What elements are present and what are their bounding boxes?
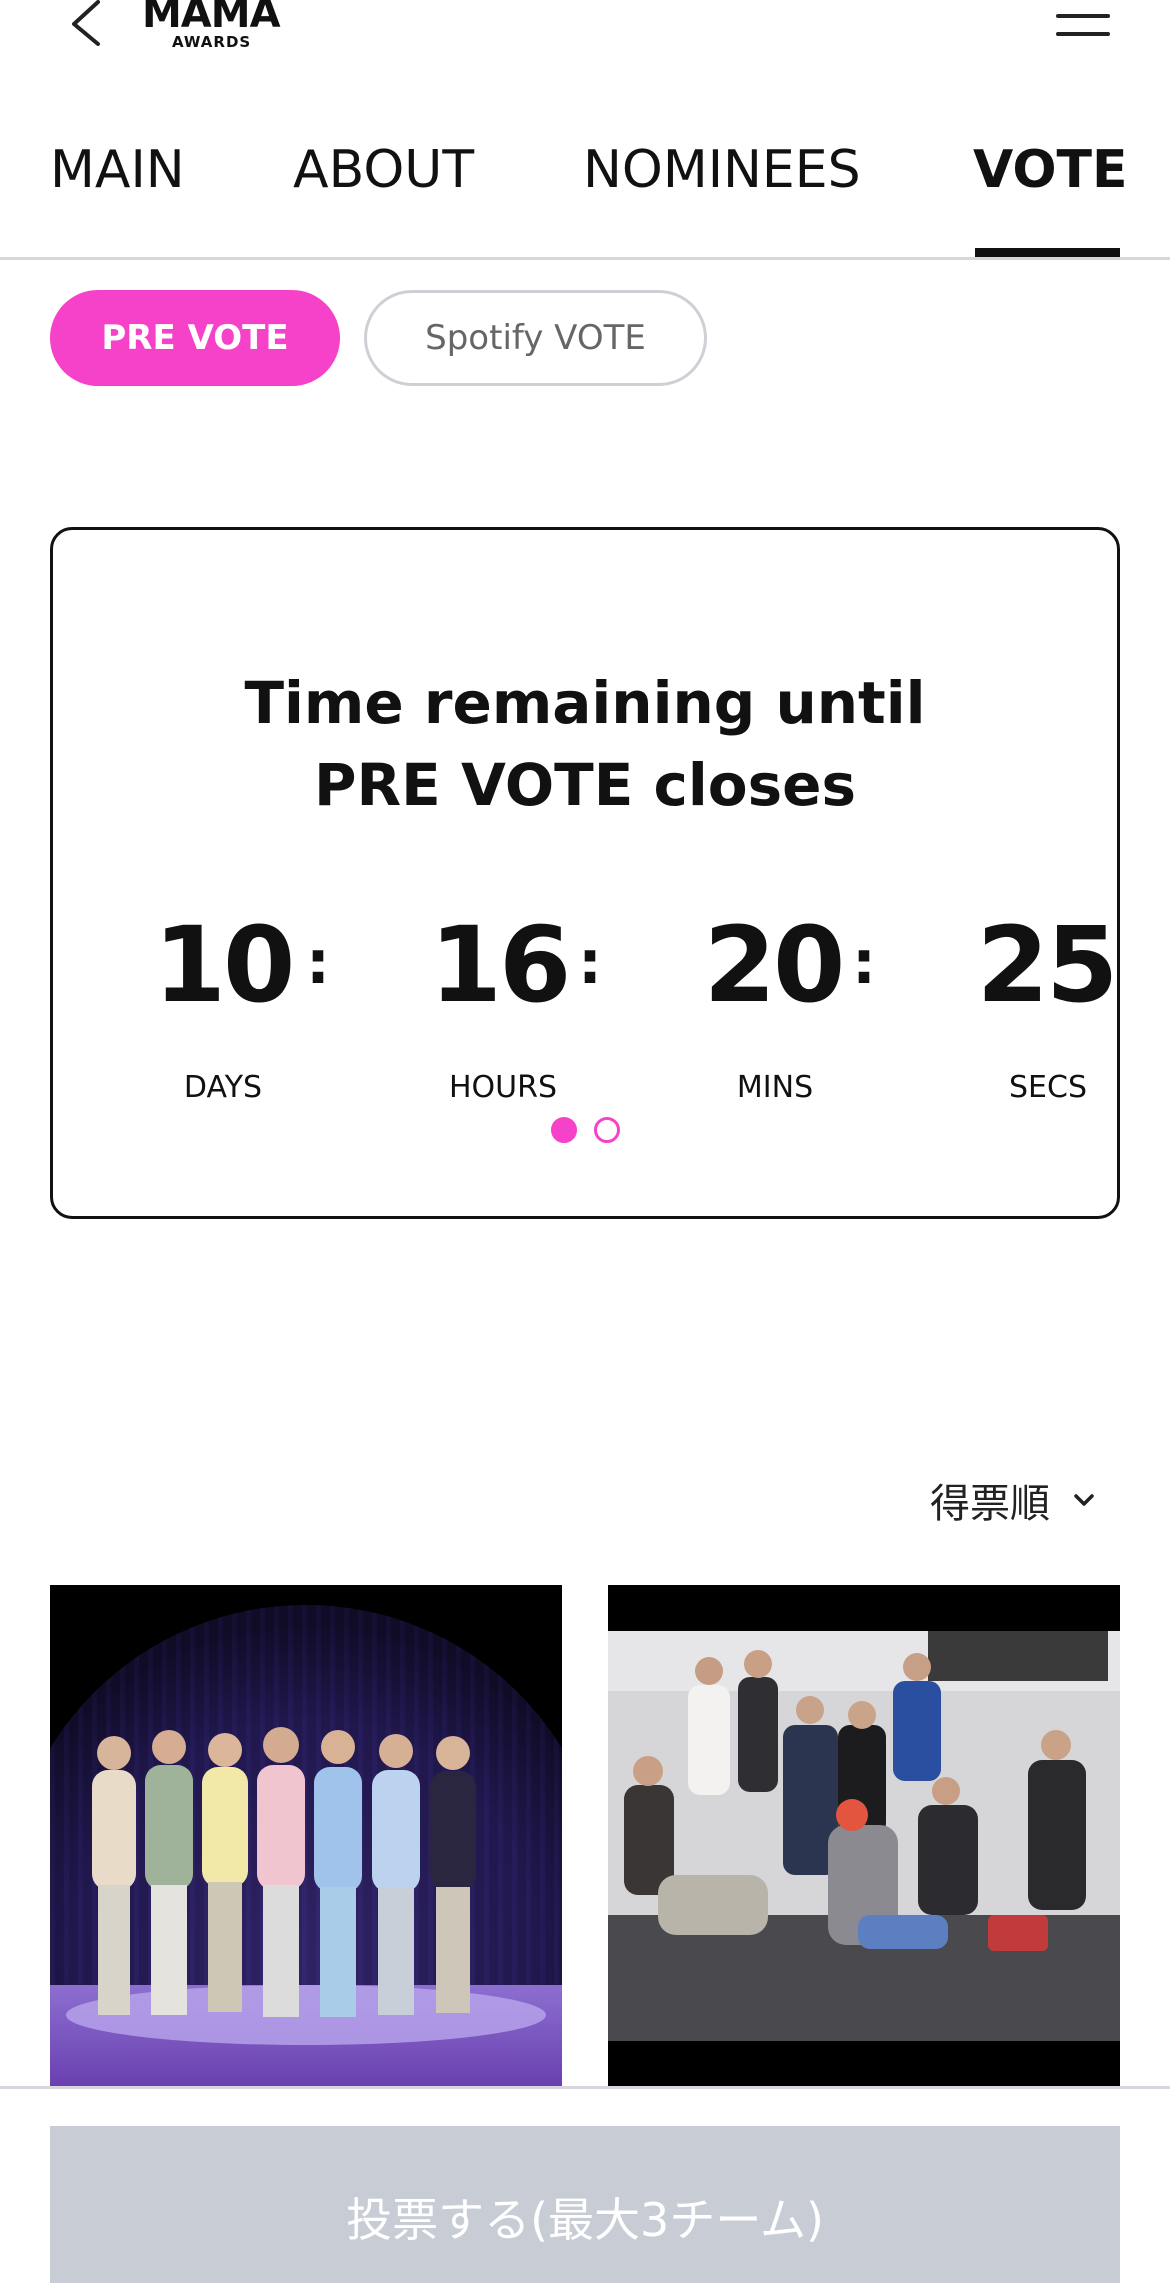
hamburger-menu-icon [1056, 14, 1110, 18]
back-button[interactable] [62, 0, 106, 48]
countdown-separator: : [578, 928, 602, 998]
group-photo-image [608, 1585, 1120, 2087]
logo-main-text: MAMA [142, 0, 281, 37]
nominee-card-image[interactable] [608, 1585, 1120, 2087]
countdown-separator: : [852, 928, 876, 998]
countdown-hours: 16 [429, 904, 572, 1026]
countdown-mins-label: MINS [736, 1070, 814, 1105]
nominee-card-image[interactable] [50, 1585, 562, 2087]
bottom-divider [0, 2086, 1170, 2089]
pre-vote-button[interactable]: PRE VOTE [50, 290, 340, 386]
countdown-card: Time remaining until PRE VOTE closes 10 … [50, 527, 1120, 1219]
countdown-secs: 25 [976, 904, 1119, 1026]
countdown-days: 10 [153, 904, 296, 1026]
sort-dropdown[interactable]: 得票順 [930, 1470, 1096, 1530]
mama-awards-logo[interactable]: MAMA AWARDS [142, 0, 294, 56]
countdown-mins: 20 [703, 904, 846, 1026]
countdown-title: Time remaining until PRE VOTE closes [53, 662, 1117, 826]
countdown-title-line1: Time remaining until [244, 669, 926, 737]
chevron-down-icon [1074, 1494, 1094, 1506]
app-header: MAMA AWARDS [0, 0, 1170, 60]
sort-label: 得票順 [930, 1481, 1050, 1527]
main-tabs: MAIN ABOUT NOMINEES VOTE [0, 118, 1170, 260]
carousel-dot-active[interactable] [551, 1117, 577, 1143]
active-tab-indicator [975, 248, 1120, 257]
tab-nominees[interactable]: NOMINEES [583, 140, 861, 200]
countdown-separator: : [306, 928, 330, 998]
countdown-title-line2: PRE VOTE closes [313, 751, 857, 819]
vote-button[interactable]: 投票する(最大3チーム) [50, 2126, 1120, 2283]
carousel-dot[interactable] [594, 1117, 620, 1143]
tab-vote[interactable]: VOTE [973, 140, 1128, 200]
chevron-left-icon [72, 0, 100, 46]
group-photo-image [50, 1585, 562, 2087]
tab-main[interactable]: MAIN [50, 140, 185, 200]
countdown-secs-label: SECS [1009, 1070, 1087, 1105]
menu-button[interactable] [1052, 8, 1112, 42]
spotify-vote-button[interactable]: Spotify VOTE [364, 290, 707, 386]
tab-about[interactable]: ABOUT [293, 140, 474, 200]
countdown-days-label: DAYS [183, 1070, 263, 1105]
countdown-hours-label: HOURS [448, 1070, 558, 1105]
